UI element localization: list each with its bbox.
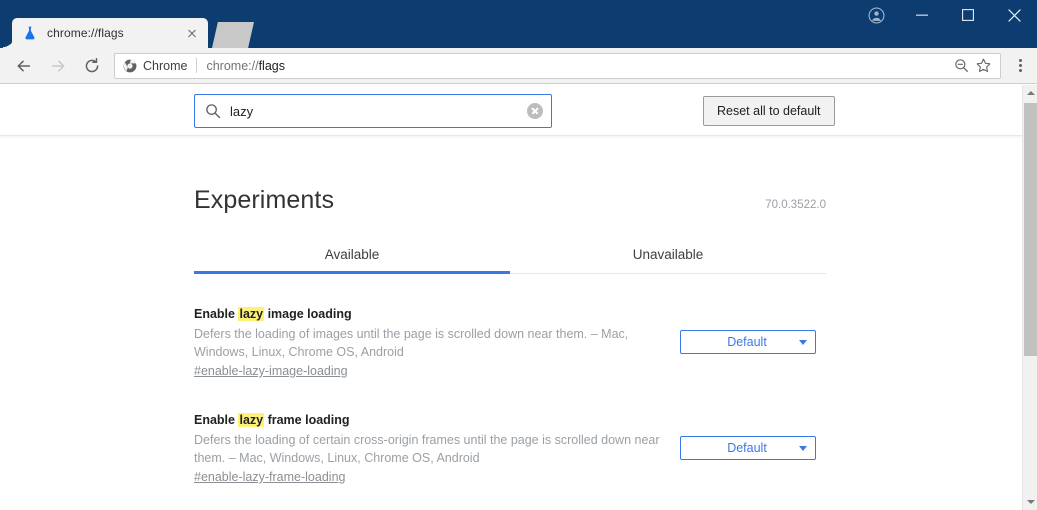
flag-title: Enable lazy image loading <box>194 306 672 322</box>
flag-state-select[interactable]: Default <box>680 330 816 354</box>
chevron-down-icon <box>799 445 807 451</box>
omnibox-divider <box>196 58 198 73</box>
chevron-down-icon <box>799 339 807 345</box>
flags-content: Experiments 70.0.3522.0 Available Unavai… <box>194 136 826 486</box>
reload-button[interactable] <box>78 52 106 80</box>
search-highlight: lazy <box>238 307 265 321</box>
flags-tabs: Available Unavailable <box>194 238 826 274</box>
url-prefix: chrome:// <box>206 58 259 73</box>
search-input[interactable]: lazy <box>194 94 552 128</box>
scrollbar-thumb[interactable] <box>1024 103 1037 356</box>
flag-description: Defers the loading of certain cross-orig… <box>194 433 660 465</box>
flag-state-value: Default <box>727 335 767 349</box>
flag-entry: Enable lazy image loading Defers the loa… <box>194 274 826 380</box>
flag-info: Enable lazy image loading Defers the loa… <box>194 306 672 380</box>
page-header: Experiments 70.0.3522.0 <box>194 136 826 215</box>
minimize-button[interactable] <box>899 0 945 30</box>
url-text: chrome://flags <box>206 59 285 73</box>
flag-state-select[interactable]: Default <box>680 436 816 460</box>
zoom-out-icon[interactable] <box>950 55 972 77</box>
page-title: Experiments <box>194 186 335 214</box>
version-label: 70.0.3522.0 <box>765 199 826 211</box>
search-icon <box>205 103 221 119</box>
close-button[interactable] <box>991 0 1037 30</box>
flask-icon <box>22 25 38 41</box>
account-icon[interactable] <box>853 0 899 30</box>
flags-search-header: lazy Reset all to default <box>0 85 1022 136</box>
flag-title-before: Enable <box>194 413 239 427</box>
tab-unavailable[interactable]: Unavailable <box>510 238 826 273</box>
browser-tab[interactable]: chrome://flags <box>3 18 208 48</box>
tab-available[interactable]: Available <box>194 238 510 273</box>
flags-page: Experiments 70.0.3522.0 Available Unavai… <box>0 136 1022 486</box>
scroll-down-icon[interactable] <box>1023 494 1037 510</box>
omnibox-actions <box>950 55 994 77</box>
site-identity[interactable]: Chrome <box>123 59 187 73</box>
browser-window: chrome://flags Chrome chrome://flags laz… <box>0 0 1037 510</box>
clear-search-icon[interactable] <box>527 103 543 119</box>
flag-title-after: image loading <box>264 307 352 321</box>
flag-info: Enable lazy frame loading Defers the loa… <box>194 412 672 486</box>
forward-button <box>44 52 72 80</box>
chrome-menu-icon[interactable] <box>1007 52 1033 80</box>
reset-all-to-default-button[interactable]: Reset all to default <box>703 96 835 126</box>
flag-permalink[interactable]: #enable-lazy-image-loading <box>194 364 348 378</box>
page-scrollbar[interactable] <box>1022 85 1037 510</box>
flag-state-value: Default <box>727 441 767 455</box>
flag-control: Default <box>672 412 826 486</box>
tab-title: chrome://flags <box>47 26 124 40</box>
flag-control: Default <box>672 306 826 380</box>
scroll-up-icon[interactable] <box>1023 85 1037 101</box>
flag-permalink[interactable]: #enable-lazy-frame-loading <box>194 470 345 484</box>
url-host: flags <box>258 58 285 73</box>
flag-title-before: Enable <box>194 307 239 321</box>
window-controls <box>853 0 1037 30</box>
flag-title-after: frame loading <box>264 413 350 427</box>
security-chip-label: Chrome <box>143 58 188 73</box>
page-viewport: lazy Reset all to default Experiments 70… <box>0 85 1022 510</box>
address-bar[interactable]: Chrome chrome://flags <box>114 52 1001 79</box>
bookmark-star-icon[interactable] <box>972 55 994 77</box>
search-highlight: lazy <box>238 413 265 427</box>
tab-active-indicator <box>194 271 510 274</box>
close-icon[interactable] <box>184 25 200 41</box>
new-tab-button[interactable] <box>212 22 254 48</box>
browser-toolbar: Chrome chrome://flags <box>0 48 1037 84</box>
back-button[interactable] <box>10 52 38 80</box>
search-value: lazy <box>230 103 254 119</box>
maximize-button[interactable] <box>945 0 991 30</box>
flag-title: Enable lazy frame loading <box>194 412 672 428</box>
title-bar: chrome://flags <box>0 0 1037 48</box>
flag-entry: Enable lazy frame loading Defers the loa… <box>194 380 826 486</box>
flag-description: Defers the loading of images until the p… <box>194 327 629 359</box>
